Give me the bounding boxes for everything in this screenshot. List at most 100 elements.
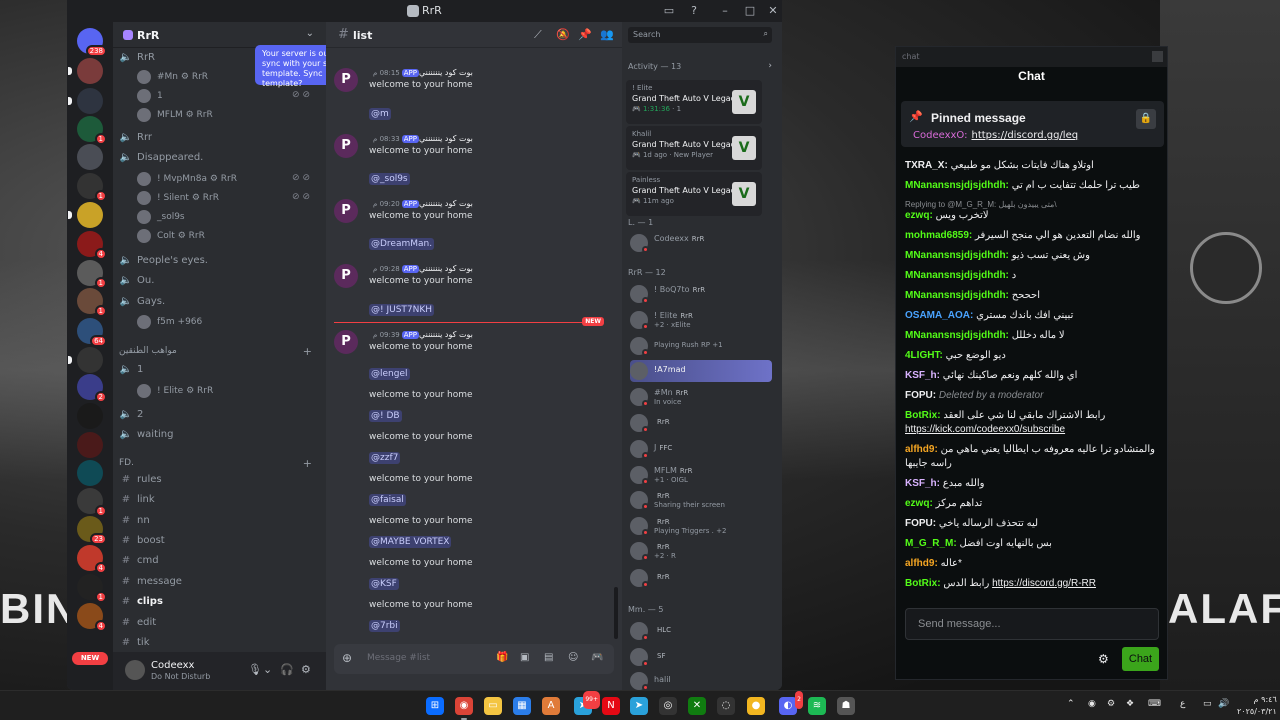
gift-icon[interactable]: 🎁 [496, 652, 508, 663]
user-mention[interactable]: @lengel [369, 368, 410, 380]
store-icon[interactable]: ▦ [513, 697, 531, 715]
member-item-highlighted[interactable]: !A7mad [630, 360, 772, 382]
member-item[interactable]: RrR Playing Triggers . +2 [630, 515, 778, 537]
voice-channel[interactable]: 🔈 Ou. [113, 273, 326, 291]
kick-username[interactable]: FOPU: [905, 390, 936, 401]
server-icon[interactable]: 4 [77, 545, 107, 574]
kick-username[interactable]: FOPU: [905, 518, 936, 529]
user-mention[interactable]: @MAYBE VORTEX [369, 536, 452, 548]
lock-icon[interactable]: 🔒 [1136, 109, 1156, 129]
settings-gear-icon[interactable]: ⚙ [1098, 652, 1109, 666]
members-icon[interactable]: 👥 [600, 28, 614, 41]
server-icon[interactable] [68, 347, 103, 373]
user-mention[interactable]: @_sol9s [369, 173, 410, 185]
kick-username[interactable]: TXRA_X: [905, 160, 948, 171]
member-item[interactable]: RrR [630, 567, 778, 589]
kick-message-link[interactable]: https://kick.com/codeexx0/subscribe [905, 424, 1065, 435]
user-mention[interactable]: @zzf7 [369, 452, 401, 464]
voice-user[interactable]: ! Silent ⚙ RrR ⊘ ⊘ [137, 190, 322, 206]
member-item[interactable]: Codeexx RrR [630, 232, 778, 254]
bot-avatar[interactable]: P [334, 199, 358, 223]
server-icon[interactable]: 23 [77, 516, 107, 545]
voice-user[interactable]: MFLM ⚙ RrR [137, 107, 322, 123]
kick-username[interactable]: MNanansnsjdjsjdhdh: [905, 250, 1009, 261]
kick-username[interactable]: BotRix: [905, 578, 941, 589]
close-button[interactable]: ✕ [764, 3, 782, 19]
user-mention[interactable]: @7rbi [369, 620, 400, 632]
gif-icon[interactable]: ▣ [520, 652, 529, 663]
app-icon[interactable]: ● [747, 697, 765, 715]
kick-username[interactable]: M_G_R_M: [905, 538, 957, 549]
composer-input[interactable]: Message #list [367, 653, 430, 663]
chrome-icon[interactable]: ◉ [455, 697, 473, 720]
member-item[interactable]: MFLM RrR +1 · OIGL [630, 464, 778, 486]
text-channel-nn[interactable]: # nn [113, 513, 326, 531]
settings-gear-icon[interactable]: ⚙ [301, 663, 311, 676]
server-icon[interactable]: 2 [77, 374, 107, 403]
member-item[interactable]: ! BoQ7to RrR [630, 283, 778, 305]
chevron-right-icon[interactable]: › [768, 61, 772, 71]
text-channel-message[interactable]: # message [113, 574, 326, 592]
kick-username[interactable]: ezwq: [905, 210, 933, 221]
app-icon[interactable]: A [542, 697, 560, 715]
threads-icon[interactable]: ⟋ [534, 28, 542, 42]
kick-username[interactable]: MNanansnsjdjsjdhdh: [905, 180, 1009, 191]
kick-message-link[interactable]: https://discord.gg/R-RR [992, 578, 1096, 589]
obs-icon[interactable]: ◎ [659, 697, 677, 715]
kick-username[interactable]: KSF_h: [905, 370, 940, 381]
telegram-icon[interactable]: ➤99+ [574, 691, 600, 715]
tray-app-icon[interactable]: ◉ [1088, 699, 1096, 709]
chevron-up-icon[interactable]: ⌃ [1067, 699, 1075, 709]
kick-username[interactable]: MNanansnsjdjsjdhdh: [905, 270, 1009, 281]
member-item[interactable]: ! Elite RrR +2 · xElite [630, 309, 778, 331]
avatar[interactable] [125, 660, 145, 680]
member-item[interactable]: RrR [630, 412, 778, 434]
add-channel-icon[interactable]: + [303, 457, 312, 470]
text-channel-edit[interactable]: # edit [113, 615, 326, 633]
voice-channel[interactable]: 🔈 1 [113, 362, 326, 380]
bot-avatar[interactable]: P [334, 264, 358, 288]
kick-username[interactable]: alfhd9: [905, 558, 938, 569]
message-author[interactable]: بوت كود ينننننني [419, 264, 473, 273]
message-composer[interactable]: ⊕ Message #list 🎁 ▣ ▤ ☺ 🎮 [334, 644, 614, 674]
voice-user[interactable]: 1 ⊘ ⊘ [137, 88, 322, 104]
minimize-button[interactable]: – [716, 3, 734, 19]
server-icon[interactable]: 4 [77, 603, 107, 632]
language-indicator[interactable]: ع [1180, 699, 1185, 709]
add-attachment-icon[interactable]: ⊕ [342, 651, 352, 665]
user-mention[interactable]: @! JUST7NKH [369, 304, 435, 316]
voice-channel[interactable]: 🔈 People's eyes. [113, 253, 326, 271]
kick-username[interactable]: mohmad6859: [905, 230, 972, 241]
send-chat-button[interactable]: Chat [1122, 647, 1159, 671]
text-channel-rules[interactable]: # rules [113, 472, 326, 490]
notifications-icon[interactable]: 🔕 [556, 28, 570, 41]
server-icon[interactable] [77, 460, 103, 486]
scrollbar[interactable] [614, 587, 618, 639]
user-mention[interactable]: @KSF [369, 578, 399, 590]
pinned-user[interactable]: CodeexxO: [913, 130, 967, 141]
kick-username[interactable]: ezwq: [905, 498, 933, 509]
activity-card[interactable]: ! Elite Grand Theft Auto V Legacy 🎮 1:31… [626, 80, 762, 124]
bot-avatar[interactable]: P [334, 134, 358, 158]
user-mention[interactable]: @faisal [369, 494, 406, 506]
activity-card[interactable]: Painless Grand Theft Auto V Legacy 🎮 11m… [626, 172, 762, 216]
server-icon-active[interactable] [77, 144, 103, 170]
message-author[interactable]: بوت كود ينننننني [419, 330, 473, 339]
bot-avatar[interactable]: P [334, 330, 358, 354]
headphones-icon[interactable]: 🎧 [280, 663, 294, 676]
send-message-input[interactable]: Send message... [905, 608, 1159, 640]
kick-username[interactable]: alfhd9: [905, 444, 938, 455]
voice-user[interactable]: f5m +966 [137, 314, 322, 330]
microphone-icon[interactable]: 🎙 [248, 663, 262, 676]
netflix-icon[interactable]: N [602, 697, 620, 715]
member-item[interactable]: HLC [630, 620, 778, 642]
kick-username[interactable]: KSF_h: [905, 478, 940, 489]
user-mention[interactable]: @DreamMan. [369, 238, 435, 250]
server-icon[interactable] [77, 403, 103, 429]
server-icon[interactable] [68, 88, 103, 114]
close-button[interactable] [1152, 51, 1163, 62]
message-author[interactable]: بوت كود ينننننني [419, 134, 473, 143]
kick-username[interactable]: BotRix: [905, 410, 941, 421]
discord-icon[interactable]: ◐ 2 [779, 691, 803, 715]
system-clock[interactable]: ٩:٤٦ م ٢٠٢٥/٠٣/٢١ [1237, 694, 1277, 718]
